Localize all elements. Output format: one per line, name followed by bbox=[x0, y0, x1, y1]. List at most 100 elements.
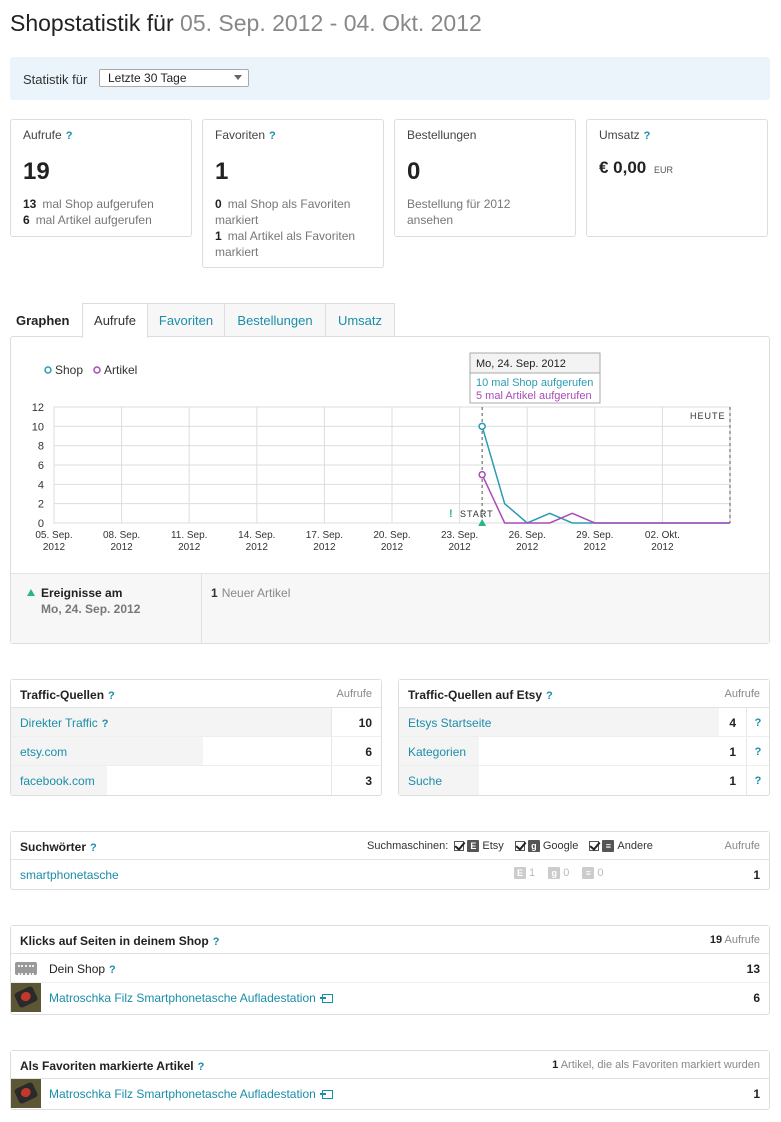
row-value: 3 bbox=[365, 774, 372, 788]
table-row: Etsys Startseite 4 ? bbox=[399, 708, 769, 737]
card-bestellungen: Bestellungen 0 Bestellung für 2012 anseh… bbox=[394, 119, 576, 237]
etsy-checkbox[interactable] bbox=[454, 841, 465, 852]
help-icon[interactable]: ? bbox=[755, 746, 762, 758]
help-icon[interactable]: ? bbox=[108, 690, 115, 702]
value-cell bbox=[331, 708, 381, 736]
events-title: Ereignisse am bbox=[41, 586, 123, 600]
card-title: Aufrufe? bbox=[23, 128, 73, 142]
column-header: 19 Aufrufe bbox=[709, 934, 760, 946]
table-header: Als Favoriten markierte Artikel? 1 Artik… bbox=[11, 1051, 769, 1079]
card-value: 19 bbox=[23, 158, 50, 185]
y-tick-label: 10 bbox=[32, 421, 44, 433]
row-link[interactable]: Direkter Traffic? bbox=[20, 716, 109, 730]
x-tick-label-year: 2012 bbox=[381, 542, 404, 553]
table-title: Klicks auf Seiten in deinem Shop? bbox=[20, 934, 220, 948]
legend-artikel-marker bbox=[93, 366, 101, 374]
card-line: 13 mal Shop aufgerufen bbox=[23, 197, 154, 211]
card-line: 6 mal Artikel aufgerufen bbox=[23, 213, 152, 227]
orders-link-cont[interactable]: ansehen bbox=[407, 212, 453, 228]
card-line: 0 mal Shop als Favoriten bbox=[215, 197, 351, 211]
row-value: 10 bbox=[358, 716, 372, 730]
filter-bar: Statistik für Letzte 30 Tage bbox=[10, 57, 770, 100]
row-value: 6 bbox=[365, 745, 372, 759]
orders-link[interactable]: Bestellung für 2012 bbox=[407, 196, 510, 212]
help-icon[interactable]: ? bbox=[644, 130, 651, 142]
x-tick-label: 20. Sep. bbox=[373, 530, 410, 541]
x-tick-label: 08. Sep. bbox=[103, 530, 140, 541]
help-icon[interactable]: ? bbox=[755, 775, 762, 787]
tab-favoriten[interactable]: Favoriten bbox=[147, 303, 225, 337]
item-thumbnail[interactable] bbox=[11, 983, 41, 1012]
table-title: Traffic-Quellen auf Etsy? bbox=[408, 688, 553, 702]
other-engine-label: Andere bbox=[617, 840, 653, 852]
help-cell: ? bbox=[746, 737, 769, 765]
table-row: facebook.com 3 bbox=[11, 766, 381, 795]
table-header: Suchwörter? Suchmaschinen: E Etsy g Google… bbox=[11, 832, 769, 860]
x-tick-label: 02. Okt. bbox=[645, 530, 680, 541]
help-icon[interactable]: ? bbox=[269, 130, 276, 142]
help-icon[interactable]: ? bbox=[213, 936, 220, 948]
row-link[interactable]: facebook.com bbox=[20, 774, 95, 788]
search-engines-filter: Suchmaschinen: E Etsy g Google ≡ Andere bbox=[367, 840, 653, 853]
chart-tooltip: Mo, 24. Sep. 2012 10 mal Shop aufgerufen… bbox=[469, 352, 601, 404]
engine-breakdown: E1 g0 ≡ 0 bbox=[511, 867, 604, 880]
help-icon[interactable]: ? bbox=[66, 130, 73, 142]
x-tick-label: 11. Sep. bbox=[171, 530, 208, 541]
legend-artikel-label[interactable]: Artikel bbox=[104, 363, 137, 377]
table-header: Traffic-Quellen? Aufrufe bbox=[11, 680, 381, 708]
tooltip-artikel: 5 mal Artikel aufgerufen bbox=[476, 390, 592, 402]
table-row: Dein Shop? 13 bbox=[11, 954, 769, 983]
series-point-artikel bbox=[478, 470, 486, 479]
row-value: 1 bbox=[753, 1087, 760, 1101]
row-link[interactable]: etsy.com bbox=[20, 745, 67, 759]
help-icon[interactable]: ? bbox=[198, 1061, 205, 1073]
help-icon[interactable]: ? bbox=[546, 690, 553, 702]
card-value: 0 bbox=[407, 158, 421, 185]
tab-aufrufe[interactable]: Aufrufe bbox=[82, 303, 148, 338]
legend-shop-marker bbox=[44, 366, 52, 374]
help-cell: ? bbox=[746, 708, 769, 736]
start-marker-icon: ! bbox=[449, 508, 453, 520]
row-link[interactable]: Etsys Startseite bbox=[408, 716, 491, 730]
row-link[interactable]: Kategorien bbox=[408, 745, 466, 759]
tooltip-shop: 10 mal Shop aufgerufen bbox=[476, 377, 593, 389]
external-link-icon[interactable] bbox=[319, 1090, 333, 1100]
help-icon[interactable]: ? bbox=[109, 964, 116, 976]
legend-shop-label[interactable]: Shop bbox=[55, 363, 83, 377]
item-thumbnail[interactable] bbox=[11, 1079, 41, 1108]
value-cell bbox=[331, 737, 381, 765]
table-row: Direkter Traffic? 10 bbox=[11, 708, 381, 737]
row-value: 6 bbox=[753, 991, 760, 1005]
events-divider bbox=[201, 574, 202, 644]
start-label: START bbox=[460, 509, 494, 519]
favorited-items-table: Als Favoriten markierte Artikel? 1 Artik… bbox=[10, 1050, 770, 1110]
row-value: 1 bbox=[729, 774, 736, 788]
help-icon[interactable]: ? bbox=[90, 842, 97, 854]
x-tick-label-year: 2012 bbox=[516, 542, 539, 553]
x-tick-label: 23. Sep. bbox=[441, 530, 478, 541]
other-checkbox[interactable] bbox=[589, 841, 600, 852]
table-row: Suche 1 ? bbox=[399, 766, 769, 795]
x-tick-label-year: 2012 bbox=[246, 542, 269, 553]
table-row: Kategorien 1 ? bbox=[399, 737, 769, 766]
row-link[interactable]: Suche bbox=[408, 774, 442, 788]
item-link[interactable]: Matroschka Filz Smartphonetasche Auflade… bbox=[49, 991, 333, 1005]
item-link[interactable]: Matroschka Filz Smartphonetasche Auflade… bbox=[49, 1087, 333, 1101]
google-engine-label: Google bbox=[542, 840, 579, 852]
table-title: Suchwörter? bbox=[20, 840, 97, 854]
external-link-icon[interactable] bbox=[319, 994, 333, 1004]
x-tick-label-year: 2012 bbox=[178, 542, 201, 553]
help-icon[interactable]: ? bbox=[755, 717, 762, 729]
card-favoriten: Favoriten? 1 0 mal Shop als Favoriten mar… bbox=[202, 119, 384, 268]
page-title-range: 05. Sep. 2012 - 04. Okt. 2012 bbox=[180, 10, 482, 36]
series-line-shop bbox=[481, 426, 730, 524]
tab-bestellungen[interactable]: Bestellungen bbox=[224, 303, 326, 337]
period-select[interactable]: Letzte 30 Tage bbox=[99, 69, 249, 87]
tab-umsatz[interactable]: Umsatz bbox=[325, 303, 395, 337]
google-checkbox[interactable] bbox=[514, 841, 525, 852]
etsy-icon: E bbox=[514, 867, 526, 880]
row-label: Dein Shop? bbox=[49, 962, 116, 976]
views-chart: 02468101205. Sep.201208. Sep.201211. Sep… bbox=[32, 352, 731, 553]
help-icon[interactable]: ? bbox=[102, 718, 109, 730]
search-term-link[interactable]: smartphonetasche bbox=[20, 868, 119, 882]
